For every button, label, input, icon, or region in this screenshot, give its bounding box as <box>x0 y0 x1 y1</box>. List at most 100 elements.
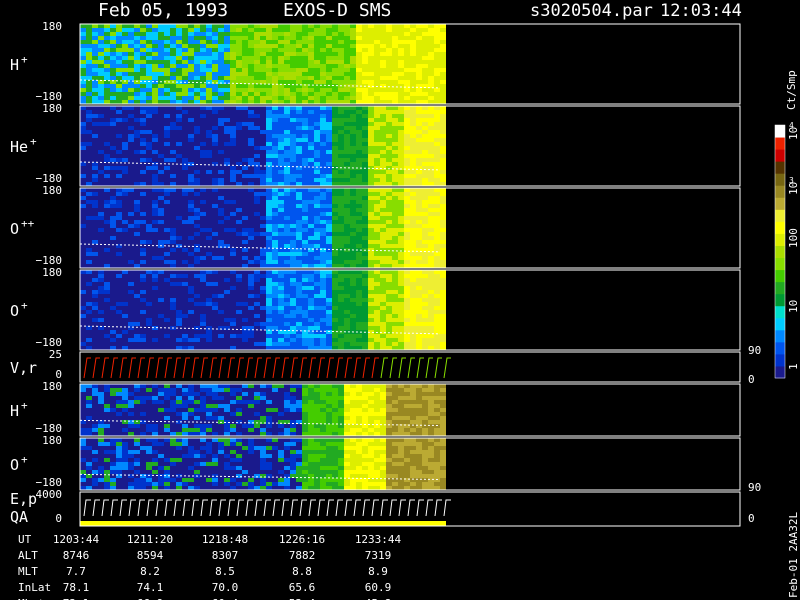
heatmap-cell <box>248 182 254 186</box>
heatmap-cell <box>296 68 302 72</box>
heatmap-cell <box>212 154 218 158</box>
heatmap-cell <box>248 306 254 310</box>
heatmap-cell <box>272 138 278 142</box>
heatmap-cell <box>338 240 344 244</box>
heatmap-cell <box>164 88 170 92</box>
heatmap-cell <box>242 224 248 228</box>
heatmap-cell <box>200 196 206 200</box>
heatmap-cell <box>104 334 110 338</box>
heatmap-cell <box>92 384 98 388</box>
heatmap-cell <box>248 192 254 196</box>
heatmap-cell <box>248 60 254 64</box>
heatmap-cell <box>206 302 212 306</box>
heatmap-cell <box>170 114 176 118</box>
heatmap-cell <box>206 240 212 244</box>
heatmap-cell <box>434 64 440 68</box>
heatmap-cell <box>404 52 410 56</box>
heatmap-cell <box>320 154 326 158</box>
heatmap-cell <box>110 314 116 318</box>
heatmap-cell <box>122 84 128 88</box>
heatmap-cell <box>236 130 242 134</box>
heatmap-cell <box>410 122 416 126</box>
heatmap-cell <box>140 298 146 302</box>
heatmap-cell <box>356 68 362 72</box>
heatmap-cell <box>362 228 368 232</box>
heatmap-cell <box>206 248 212 252</box>
heatmap-cell <box>260 142 266 146</box>
heatmap-cell <box>350 212 356 216</box>
heatmap-cell <box>146 346 152 350</box>
heatmap-cell <box>248 28 254 32</box>
heatmap-cell <box>416 158 422 162</box>
heatmap-cell <box>152 228 158 232</box>
heatmap-cell <box>104 130 110 134</box>
heatmap-cell <box>392 146 398 150</box>
heatmap-cell <box>440 88 446 92</box>
heatmap-cell <box>272 142 278 146</box>
heatmap-cell <box>326 64 332 68</box>
heatmap-cell <box>278 188 284 192</box>
heatmap-cell <box>224 274 230 278</box>
heatmap-cell <box>362 208 368 212</box>
heatmap-cell <box>194 170 200 174</box>
heatmap-cell <box>170 142 176 146</box>
heatmap-cell <box>284 64 290 68</box>
heatmap-cell <box>134 170 140 174</box>
heatmap-cell <box>236 106 242 110</box>
heatmap-cell <box>398 204 404 208</box>
heatmap-cell <box>308 88 314 92</box>
heatmap-cell <box>224 384 230 388</box>
heatmap-cell <box>440 114 446 118</box>
heatmap-cell <box>116 72 122 76</box>
heatmap-cell <box>140 220 146 224</box>
heatmap-cell <box>134 224 140 228</box>
heatmap-cell <box>272 130 278 134</box>
heatmap-cell <box>146 166 152 170</box>
heatmap-cell <box>326 166 332 170</box>
heatmap-cell <box>386 236 392 240</box>
heatmap-cell <box>158 122 164 126</box>
heatmap-cell <box>260 220 266 224</box>
heatmap-cell <box>122 178 128 182</box>
heatmap-cell <box>86 92 92 96</box>
heatmap-cell <box>284 118 290 122</box>
heatmap-cell <box>386 48 392 52</box>
heatmap-cell <box>338 256 344 260</box>
heatmap-cell <box>284 188 290 192</box>
heatmap-cell <box>128 60 134 64</box>
heatmap-cell <box>200 44 206 48</box>
heatmap-cell <box>134 84 140 88</box>
heatmap-cell <box>266 158 272 162</box>
heatmap-cell <box>122 182 128 186</box>
heatmap-cell <box>92 204 98 208</box>
heatmap-cell <box>152 270 158 274</box>
heatmap-cell <box>296 310 302 314</box>
heatmap-cell <box>182 240 188 244</box>
heatmap-cell <box>392 252 398 256</box>
heatmap-cell <box>314 60 320 64</box>
heatmap-cell <box>326 290 332 294</box>
heatmap-cell <box>278 384 284 388</box>
heatmap-cell <box>188 118 194 122</box>
heatmap-cell <box>362 182 368 186</box>
heatmap-cell <box>302 32 308 36</box>
heatmap-cell <box>164 44 170 48</box>
heatmap-cell <box>272 126 278 130</box>
heatmap-cell <box>314 294 320 298</box>
heatmap-cell <box>182 256 188 260</box>
heatmap-cell <box>110 60 116 64</box>
heatmap-cell <box>410 178 416 182</box>
heatmap-cell <box>284 294 290 298</box>
heatmap-cell <box>386 68 392 72</box>
heatmap-cell <box>140 290 146 294</box>
heatmap-cell <box>272 232 278 236</box>
heatmap-cell <box>284 236 290 240</box>
heatmap-cell <box>374 182 380 186</box>
heatmap-cell <box>128 100 134 104</box>
heatmap-cell <box>260 278 266 282</box>
heatmap-cell <box>194 166 200 170</box>
heatmap-cell <box>434 100 440 104</box>
heatmap-cell <box>164 60 170 64</box>
heatmap-cell <box>302 28 308 32</box>
heatmap-cell <box>278 126 284 130</box>
